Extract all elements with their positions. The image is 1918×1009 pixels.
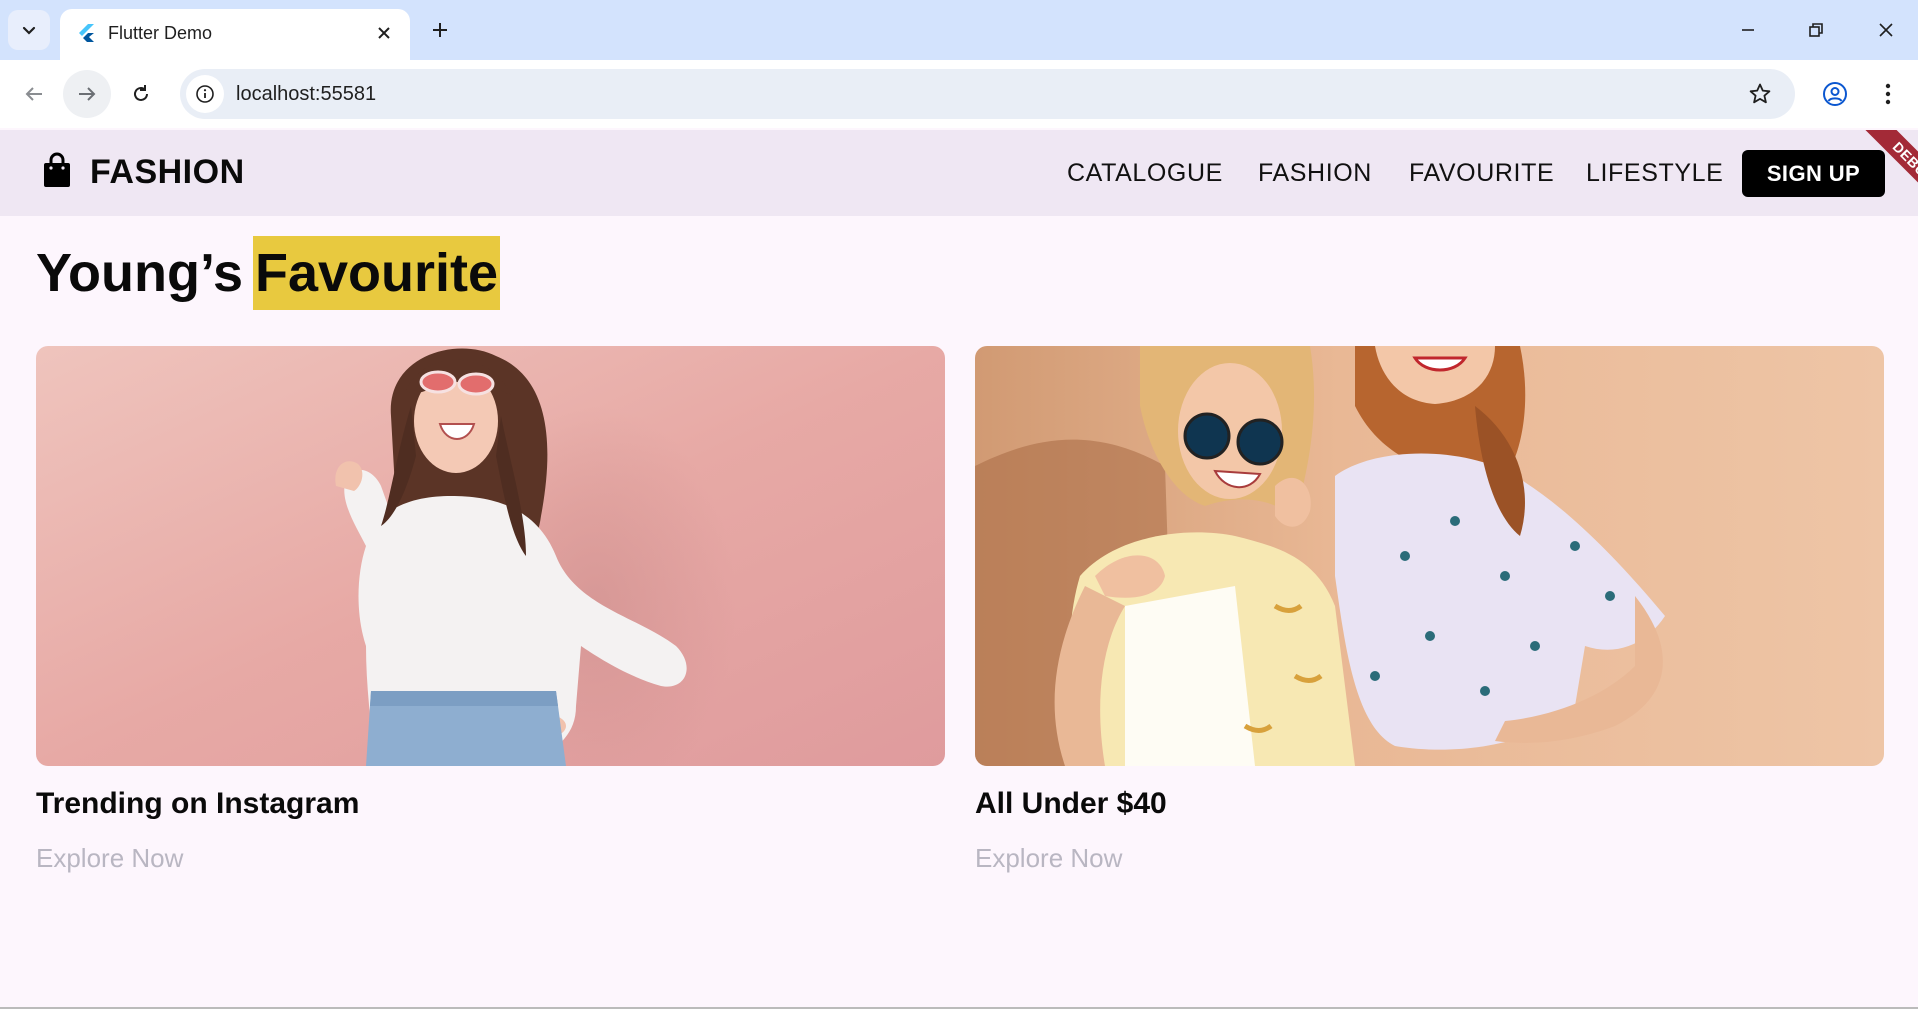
card-image-two-women-peach-background[interactable] [975,346,1884,766]
nav-fashion[interactable]: FASHION [1258,158,1372,188]
address-bar[interactable]: localhost:55581 [180,69,1795,119]
url-text[interactable]: localhost:55581 [236,82,376,106]
chevron-down-icon [22,26,36,35]
bookmark-button[interactable] [1745,79,1775,109]
reload-button[interactable] [117,70,165,118]
browser-toolbar: localhost:55581 [0,60,1918,128]
forward-button[interactable] [63,70,111,118]
close-icon [1879,23,1893,37]
promo-card[interactable]: All Under $40 Explore Now [975,346,1884,874]
nav-lifestyle[interactable]: LIFESTYLE [1586,158,1723,188]
explore-now-link[interactable]: Explore Now [975,842,1884,874]
nav-favourite[interactable]: FAVOURITE [1409,158,1554,188]
restore-icon [1809,23,1823,37]
fashion-photo-peach [975,346,1884,766]
app-header: FASHION CATALOGUE FASHION FAVOURITE LIFE… [0,130,1918,216]
menu-button[interactable] [1868,74,1908,114]
plus-icon [433,23,447,37]
reload-icon [134,85,148,101]
minimize-button[interactable] [1724,10,1772,50]
flutter-icon [79,24,94,42]
tab-search-button[interactable] [8,10,50,50]
profile-button[interactable] [1815,74,1855,114]
title-text: Young’s [36,243,243,303]
close-icon [378,27,390,39]
page-title: Young’s Favourite [36,236,501,310]
minimize-icon [1742,29,1754,31]
browser-tabstrip: Flutter Demo [0,0,1918,60]
close-window-button[interactable] [1862,10,1910,50]
shopping-bag-icon [44,152,70,187]
card-title: Trending on Instagram [36,787,360,820]
promo-card[interactable]: Trending on Instagram Explore Now [36,346,945,874]
brand-logo-text[interactable]: FASHION [90,152,245,192]
new-tab-button[interactable] [424,14,456,46]
arrow-right-icon [79,87,96,101]
account-icon [1823,82,1847,106]
card-title: All Under $40 [975,787,1167,820]
browser-tab[interactable]: Flutter Demo [60,9,410,60]
tab-title: Flutter Demo [108,23,213,43]
arrow-left-icon [25,87,42,101]
info-icon [196,85,214,103]
title-highlight: Favourite [252,236,501,310]
back-button[interactable] [10,70,58,118]
fashion-photo-pink [36,346,945,766]
site-info-button[interactable] [186,75,224,113]
nav-catalogue[interactable]: CATALOGUE [1067,158,1223,188]
restore-button[interactable] [1792,10,1840,50]
explore-now-link[interactable]: Explore Now [36,842,945,874]
sign-up-button[interactable]: SIGN UP [1742,150,1885,197]
tab-close-button[interactable] [370,19,398,47]
star-icon [1749,83,1771,104]
more-vert-icon [1885,83,1891,105]
card-image-woman-pink-background[interactable] [36,346,945,766]
